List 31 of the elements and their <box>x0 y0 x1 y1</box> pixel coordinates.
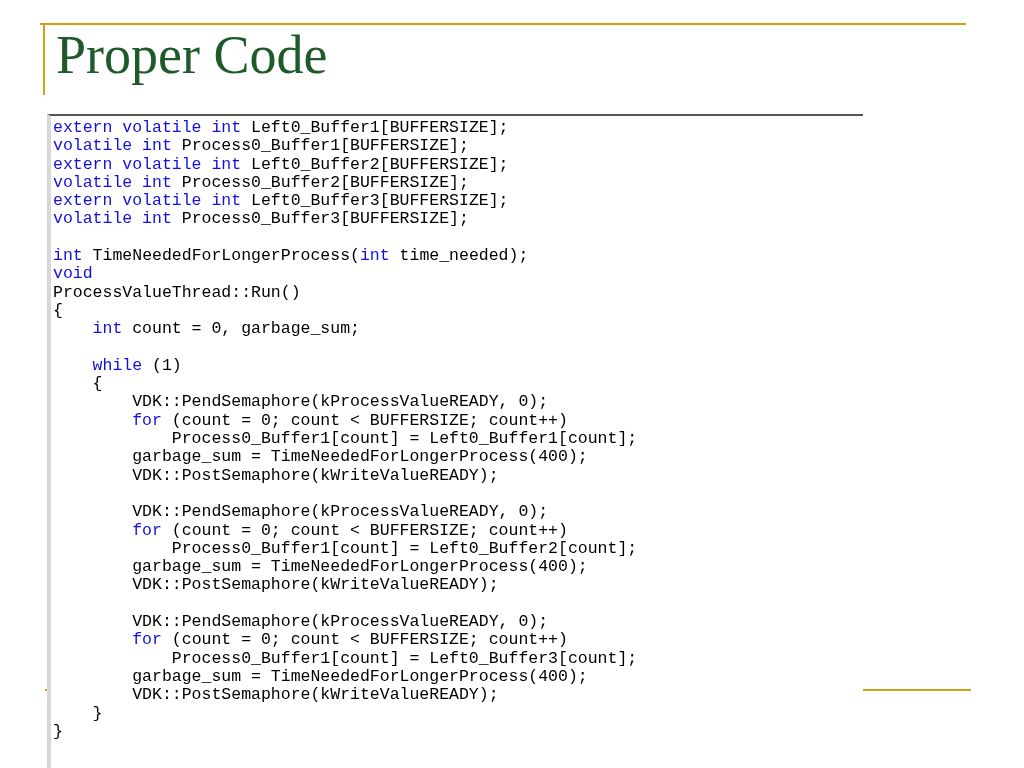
code-line: volatile int Process0_Buffer3[BUFFERSIZE]; <box>53 210 469 229</box>
code-line: VDK::PostSemaphore(kWriteValueREADY); <box>131 466 499 485</box>
code-line: extern volatile int Left0_Buffer1[BUFFERSIZE]; <box>53 119 509 138</box>
code-line: VDK::PostSemaphore(kWriteValueREADY); <box>131 576 499 595</box>
code-line: garbage_sum = TimeNeededForLongerProcess(400); <box>131 558 588 577</box>
code-line: Process0_Buffer1[count] = Left0_Buffer1[count]; <box>170 430 638 449</box>
code-line: for (count = 0; count < BUFFERSIZE; count++) <box>131 631 568 650</box>
code-line: VDK::PendSemaphore(kProcessValueREADY, 0); <box>131 613 549 632</box>
code-line: VDK::PendSemaphore(kProcessValueREADY, 0); <box>131 393 549 412</box>
code-line: garbage_sum = TimeNeededForLongerProcess(400); <box>131 667 588 687</box>
code-line: while (1) <box>91 356 182 376</box>
code-line: for (count = 0; count < BUFFERSIZE; count++) <box>131 521 568 540</box>
code-line: ProcessValueThread::Run() <box>53 283 301 302</box>
code-line: Process0_Buffer1[count] = Left0_Buffer2[count]; <box>170 539 638 559</box>
code-line: } <box>91 704 103 723</box>
code-line: for (count = 0; count < BUFFERSIZE; count++) <box>131 411 568 431</box>
code-line: Process0_Buffer1[count] = Left0_Buffer3[count]; <box>170 649 638 668</box>
slide-title: Proper Code <box>56 24 328 87</box>
code-line: VDK::PostSemaphore(kWriteValueREADY); <box>131 686 499 705</box>
code-line: void <box>53 265 93 284</box>
code-line: volatile int Process0_Buffer2[BUFFERSIZE]; <box>53 173 469 193</box>
code-line: } <box>53 722 63 742</box>
code-line: garbage_sum = TimeNeededForLongerProcess(400); <box>131 448 588 467</box>
code-line: int count = 0, garbage_sum; <box>91 320 360 339</box>
code-line: { <box>53 301 63 321</box>
code-line: volatile int Process0_Buffer1[BUFFERSIZE]; <box>53 137 469 156</box>
code-line: VDK::PendSemaphore(kProcessValueREADY, 0); <box>131 503 549 522</box>
code-line: extern volatile int Left0_Buffer2[BUFFERSIZE]; <box>53 155 509 174</box>
code-line: { <box>91 375 103 394</box>
code-line: int TimeNeededForLongerProcess(int time_needed); <box>53 247 529 266</box>
code-line: extern volatile int Left0_Buffer3[BUFFERSIZE]; <box>53 192 509 211</box>
